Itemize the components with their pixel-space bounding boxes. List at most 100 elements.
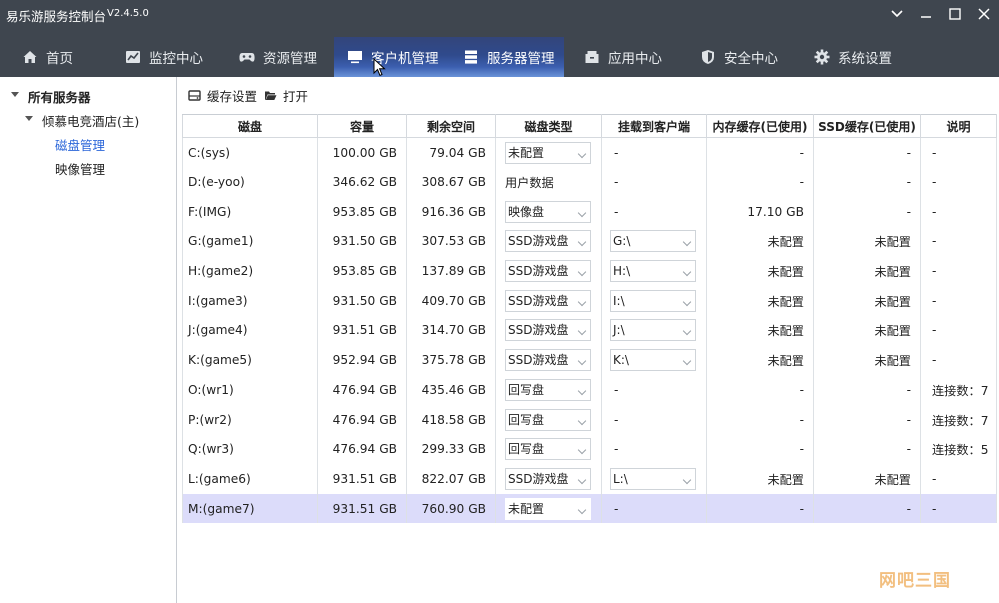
tree-node-server[interactable]: 倾慕电竞酒店(主)	[42, 111, 139, 130]
dropdown-menu-icon[interactable]	[882, 0, 912, 28]
minimize-icon[interactable]	[911, 0, 941, 28]
cell-mount: I:\	[601, 285, 707, 316]
cell-memory-cache: 未配置	[706, 315, 814, 346]
tree-expand-root-icon[interactable]	[11, 92, 19, 97]
cell-free-space: 760.90 GB	[406, 493, 496, 524]
disk-type-select[interactable]: SSD游戏盘	[505, 319, 591, 342]
mount-drive-select[interactable]: I:\	[610, 289, 696, 312]
cell-memory-cache: 未配置	[706, 345, 814, 375]
table-row[interactable]: J:(game4) 931.51 GB 314.70 GB SSD游戏盘 J:\ 未配置未…	[182, 315, 997, 346]
app-box-icon	[585, 51, 599, 63]
tab-app-center[interactable]: 应用中心	[584, 37, 662, 77]
table-row[interactable]: I:(game3) 931.50 GB 409.70 GB SSD游戏盘 I:\ 未配置未…	[182, 285, 997, 316]
cell-free-space: 409.70 GB	[406, 285, 496, 316]
cell-disk-type: SSD游戏盘	[495, 226, 602, 257]
table-row[interactable]: M:(game7) 931.51 GB 760.90 GB 未配置 - - - -	[182, 493, 997, 524]
table-row[interactable]: D:(e-yoo) 346.62 GB 308.67 GB 用户数据 - - - -	[182, 167, 997, 197]
cell-note: -	[920, 315, 997, 346]
cell-free-space: 79.04 GB	[406, 137, 496, 168]
open-button[interactable]: 打开	[264, 86, 308, 104]
cell-memory-cache: -	[706, 375, 814, 405]
cell-free-space: 418.58 GB	[406, 404, 496, 435]
disk-type-select[interactable]: 映像盘	[505, 200, 591, 223]
disk-type-select[interactable]: 未配置	[505, 497, 591, 520]
header-memory-cache[interactable]: 内存缓存(已使用)	[706, 114, 814, 138]
tab-resources[interactable]: 资源管理	[239, 37, 317, 77]
cell-disk: M:(game7)	[182, 493, 318, 524]
cell-free-space: 375.78 GB	[406, 345, 496, 375]
mount-drive-select[interactable]: J:\	[610, 319, 696, 342]
disk-type-select[interactable]: 回写盘	[505, 378, 591, 401]
header-disk[interactable]: 磁盘	[182, 114, 318, 138]
cell-ssd-cache: -	[813, 196, 921, 227]
cell-disk-type: SSD游戏盘	[495, 345, 602, 375]
cell-capacity: 931.51 GB	[317, 315, 407, 346]
mount-drive-select[interactable]: G:\	[610, 230, 696, 253]
cell-note: -	[920, 285, 997, 316]
disk-table: 磁盘 容量 剩余空间 磁盘类型 挂载到客户端 内存缓存(已使用) SSD缓存(已…	[182, 114, 997, 524]
cell-ssd-cache: -	[813, 137, 921, 168]
header-note[interactable]: 说明	[920, 114, 997, 138]
cell-ssd-cache: -	[813, 434, 921, 465]
cell-disk-type: SSD游戏盘	[495, 315, 602, 346]
table-row[interactable]: L:(game6) 931.51 GB 822.07 GB SSD游戏盘 L:\ 未配置未…	[182, 464, 997, 494]
tab-system-settings[interactable]: 系统设置	[814, 37, 892, 77]
tree-expand-server-icon[interactable]	[25, 116, 33, 121]
tab-security-center[interactable]: 安全中心	[700, 37, 778, 77]
disk-type-select[interactable]: 回写盘	[505, 408, 591, 431]
table-row[interactable]: O:(wr1) 476.94 GB 435.46 GB 回写盘 - - - 连接数：7	[182, 375, 997, 405]
header-free-space[interactable]: 剩余空间	[406, 114, 496, 138]
disk-type-select[interactable]: SSD游戏盘	[505, 260, 591, 283]
header-capacity[interactable]: 容量	[317, 114, 407, 138]
table-row[interactable]: K:(game5) 952.94 GB 375.78 GB SSD游戏盘 K:\ 未配置未…	[182, 345, 997, 375]
header-disk-type[interactable]: 磁盘类型	[495, 114, 602, 138]
mount-drive-select[interactable]: H:\	[610, 260, 696, 283]
cell-memory-cache: -	[706, 167, 814, 197]
close-icon[interactable]	[969, 0, 999, 28]
cell-capacity: 931.50 GB	[317, 285, 407, 316]
cell-note: -	[920, 196, 997, 227]
header-mount[interactable]: 挂载到客户端	[601, 114, 707, 138]
disk-type-select[interactable]: SSD游戏盘	[505, 349, 591, 372]
disk-type-select[interactable]: 未配置	[505, 141, 591, 164]
table-row[interactable]: C:(sys) 100.00 GB 79.04 GB 未配置 - - - -	[182, 137, 997, 168]
table-row[interactable]: G:(game1) 931.50 GB 307.53 GB SSD游戏盘 G:\ 未配置未…	[182, 226, 997, 257]
tab-security-label: 安全中心	[724, 51, 778, 67]
maximize-icon[interactable]	[940, 0, 970, 28]
tab-home[interactable]: 首页	[22, 37, 73, 77]
disk-type-select[interactable]: SSD游戏盘	[505, 289, 591, 312]
table-row[interactable]: Q:(wr3) 476.94 GB 299.33 GB 回写盘 - - - 连接数：5	[182, 434, 997, 465]
cell-capacity: 100.00 GB	[317, 137, 407, 168]
tree-node-disk-management[interactable]: 磁盘管理	[55, 135, 105, 154]
cell-note: -	[920, 493, 997, 524]
header-ssd-cache[interactable]: SSD缓存(已使用)	[813, 114, 921, 138]
table-row[interactable]: F:(IMG) 953.85 GB 916.36 GB 映像盘 -17.10 GB - -	[182, 196, 997, 227]
cell-ssd-cache: -	[813, 404, 921, 435]
cache-settings-button[interactable]: 缓存设置	[188, 86, 257, 104]
table-row[interactable]: H:(game2) 953.85 GB 137.89 GB SSD游戏盘 H:\ 未配置未…	[182, 256, 997, 286]
mount-text: -	[614, 175, 619, 190]
tab-monitor[interactable]: 监控中心	[125, 37, 203, 77]
tab-resources-label: 资源管理	[263, 51, 317, 67]
mount-text: -	[614, 204, 619, 219]
tab-server-management[interactable]: 服务器管理	[463, 37, 555, 77]
cell-disk-type: SSD游戏盘	[495, 285, 602, 316]
cell-disk: F:(IMG)	[182, 196, 318, 227]
cell-memory-cache: 未配置	[706, 256, 814, 286]
cell-ssd-cache: 未配置	[813, 464, 921, 494]
tree-node-all-servers[interactable]: 所有服务器	[28, 87, 91, 106]
tab-client-management[interactable]: 客户机管理	[347, 37, 439, 77]
mount-drive-select[interactable]: L:\	[610, 467, 696, 490]
disk-type-select[interactable]: 回写盘	[505, 438, 591, 461]
table-row[interactable]: P:(wr2) 476.94 GB 418.58 GB 回写盘 - - - 连接数：7	[182, 404, 997, 435]
tree-node-image-management[interactable]: 映像管理	[55, 159, 105, 178]
disk-type-select[interactable]: SSD游戏盘	[505, 467, 591, 490]
cell-ssd-cache: 未配置	[813, 256, 921, 286]
mount-text: -	[614, 382, 619, 397]
cell-note: -	[920, 137, 997, 168]
disk-type-select[interactable]: SSD游戏盘	[505, 230, 591, 253]
mount-text: -	[614, 145, 619, 160]
mount-drive-select[interactable]: K:\	[610, 349, 696, 372]
mount-text: -	[614, 412, 619, 427]
monitor-chart-icon	[126, 51, 140, 63]
